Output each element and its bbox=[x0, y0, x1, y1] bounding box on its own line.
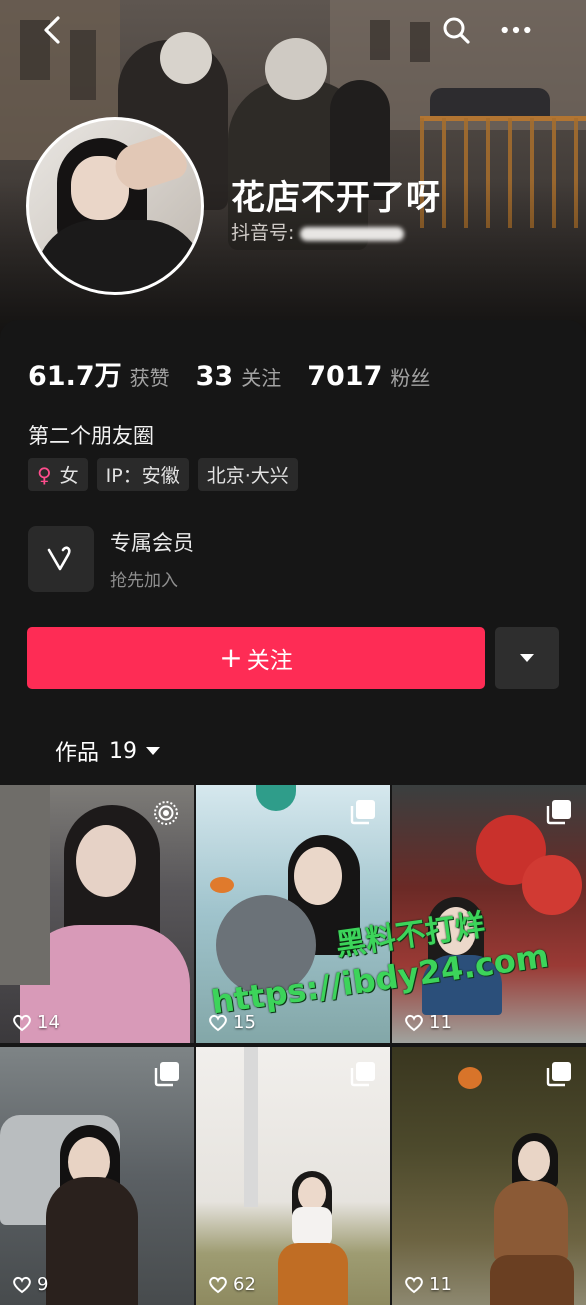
tab-works[interactable]: 作品 19 bbox=[55, 735, 161, 767]
stat-label: 关注 bbox=[241, 366, 282, 390]
stat-following[interactable]: 33 关注 bbox=[196, 361, 282, 392]
heart-icon bbox=[13, 1014, 31, 1031]
gallery-icon bbox=[546, 799, 572, 829]
thumb-subject-face bbox=[294, 847, 342, 905]
gender-tag: ♀ 女 bbox=[28, 458, 88, 491]
video-likes: 11 bbox=[404, 1274, 452, 1295]
video-likes-count: 14 bbox=[37, 1012, 60, 1033]
stat-value: 33 bbox=[195, 361, 234, 392]
ip-tag: IP：安徽 bbox=[96, 458, 189, 491]
profile-tags: ♀ 女 IP：安徽 北京·大兴 bbox=[28, 458, 307, 491]
profile-stats: 61.7万 获赞 33 关注 7017 粉丝 bbox=[28, 354, 456, 393]
search-icon bbox=[443, 17, 470, 44]
video-thumbnail[interactable]: 11 bbox=[392, 1047, 586, 1305]
profile-nickname: 花店不开了呀 bbox=[231, 178, 441, 218]
thumb-butterfly bbox=[210, 877, 234, 893]
follow-label: 关注 bbox=[246, 648, 293, 674]
vip-icon-box bbox=[28, 526, 94, 592]
thumb-subject-top bbox=[292, 1207, 332, 1247]
tab-works-label: 作品 bbox=[55, 741, 100, 766]
thumb-subject-jacket bbox=[494, 1181, 568, 1261]
thumb-cat bbox=[216, 895, 316, 995]
video-likes-count: 15 bbox=[233, 1012, 256, 1033]
douyin-id-blurred-value bbox=[300, 226, 405, 241]
vip-subtitle: 抢先加入 bbox=[110, 571, 178, 591]
background-person-head bbox=[160, 32, 212, 84]
video-thumbnail[interactable]: 11 bbox=[392, 785, 586, 1043]
thumb-subject-coat bbox=[46, 1177, 138, 1305]
video-thumbnail[interactable]: 62 bbox=[196, 1047, 390, 1305]
building-window bbox=[370, 20, 390, 60]
heart-icon bbox=[209, 1014, 227, 1031]
thumb-subject-skirt bbox=[490, 1255, 574, 1305]
thumb-subject-face bbox=[76, 825, 136, 897]
video-grid: 14 15 11 9 62 11 bbox=[0, 785, 586, 1305]
video-likes-count: 62 bbox=[233, 1274, 256, 1295]
video-likes: 62 bbox=[208, 1274, 256, 1295]
live-icon bbox=[152, 799, 180, 831]
caret-down-icon bbox=[520, 654, 534, 662]
plus-icon: + bbox=[219, 641, 243, 674]
video-likes-count: 11 bbox=[429, 1012, 452, 1033]
background-person-head bbox=[265, 38, 327, 100]
more-options-button[interactable] bbox=[500, 14, 532, 46]
video-likes-count: 9 bbox=[37, 1274, 49, 1295]
video-thumbnail[interactable]: 15 bbox=[196, 785, 390, 1043]
heart-icon bbox=[13, 1276, 31, 1293]
video-likes: 9 bbox=[12, 1274, 48, 1295]
thumb-leaf bbox=[458, 1067, 482, 1089]
avatar[interactable] bbox=[26, 117, 204, 295]
gallery-icon bbox=[546, 1061, 572, 1091]
search-button[interactable] bbox=[440, 14, 472, 46]
thumb-red-balloon bbox=[522, 855, 582, 915]
video-likes: 15 bbox=[208, 1012, 256, 1033]
membership-entry[interactable]: 专属会员 抢先加入 bbox=[28, 526, 194, 592]
video-thumbnail[interactable]: 14 bbox=[0, 785, 194, 1043]
more-icon bbox=[501, 26, 531, 34]
building-window bbox=[410, 22, 430, 62]
gallery-icon bbox=[350, 799, 376, 829]
thumb-subject-skirt bbox=[278, 1243, 348, 1305]
tab-works-count: 19 bbox=[109, 738, 138, 764]
thumb-car-window bbox=[0, 785, 50, 985]
stat-value: 61.7万 bbox=[28, 361, 122, 392]
thumb-subject-face bbox=[436, 907, 476, 955]
avatar-coat bbox=[35, 220, 201, 292]
video-likes: 14 bbox=[12, 1012, 60, 1033]
thumb-subject-face bbox=[518, 1141, 550, 1181]
vip-heart-v-icon bbox=[47, 546, 71, 571]
female-icon: ♀ bbox=[37, 462, 52, 487]
video-likes-count: 11 bbox=[429, 1274, 452, 1295]
recommend-dropdown-button[interactable] bbox=[495, 627, 559, 689]
douyin-id-label: 抖音号: bbox=[231, 222, 295, 244]
location-tag: 北京·大兴 bbox=[197, 458, 298, 491]
gallery-icon bbox=[350, 1061, 376, 1091]
thumb-pole bbox=[244, 1047, 258, 1207]
heart-icon bbox=[209, 1276, 227, 1293]
follow-button[interactable]: + 关注 bbox=[27, 627, 485, 689]
thumb-butterfly bbox=[256, 785, 296, 811]
heart-icon bbox=[405, 1014, 423, 1031]
heart-icon bbox=[405, 1276, 423, 1293]
back-button[interactable] bbox=[36, 14, 68, 46]
chevron-left-icon bbox=[44, 16, 60, 44]
stat-followers[interactable]: 7017 粉丝 bbox=[307, 361, 430, 392]
profile-bio: 第二个朋友圈 bbox=[28, 424, 154, 448]
video-likes: 11 bbox=[404, 1012, 452, 1033]
gender-label: 女 bbox=[59, 465, 79, 487]
vip-title: 专属会员 bbox=[110, 531, 194, 555]
stat-value: 7017 bbox=[307, 361, 383, 392]
stat-likes[interactable]: 61.7万 获赞 bbox=[28, 354, 170, 393]
profile-card: 61.7万 获赞 33 关注 7017 粉丝 第二个朋友圈 ♀ 女 IP：安徽 … bbox=[0, 320, 586, 790]
douyin-id[interactable]: 抖音号: bbox=[231, 218, 405, 245]
stat-label: 获赞 bbox=[129, 366, 170, 390]
building-window bbox=[70, 30, 96, 100]
video-thumbnail[interactable]: 9 bbox=[0, 1047, 194, 1305]
thumb-subject-sweater bbox=[422, 955, 502, 1015]
stat-label: 粉丝 bbox=[390, 366, 431, 390]
thumb-subject-face bbox=[298, 1177, 326, 1211]
caret-down-icon bbox=[146, 747, 161, 755]
gallery-icon bbox=[154, 1061, 180, 1091]
